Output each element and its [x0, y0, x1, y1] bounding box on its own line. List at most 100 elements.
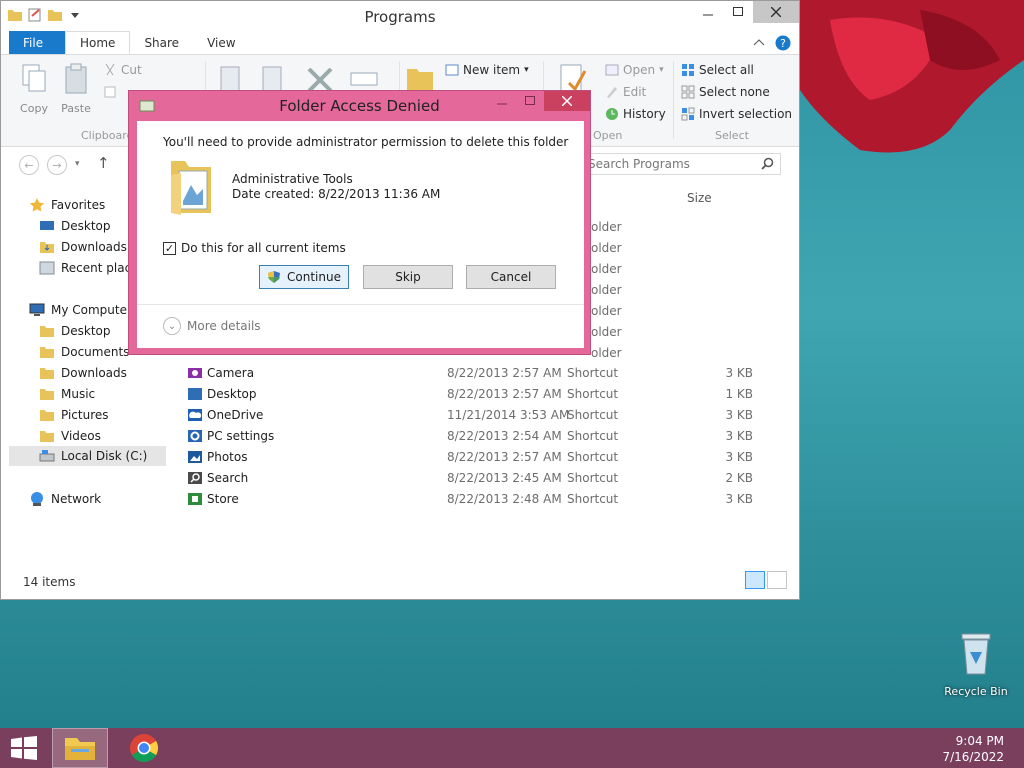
table-row[interactable]: Search 8/22/2013 2:45 AM Shortcut 2 KB: [181, 468, 781, 489]
svg-text:?: ?: [780, 37, 786, 50]
file-type: Shortcut: [567, 429, 619, 443]
up-button[interactable]: ↑: [97, 154, 110, 172]
back-button[interactable]: ←: [19, 155, 39, 175]
maximize-icon: [733, 7, 743, 16]
more-details-toggle[interactable]: ⌄ More details: [163, 317, 261, 335]
recycle-bin[interactable]: Recycle Bin: [940, 628, 1012, 698]
tab-home[interactable]: Home: [65, 31, 131, 54]
minimize-button[interactable]: [693, 1, 723, 23]
tab-share[interactable]: Share: [130, 31, 193, 54]
checkbox-box[interactable]: ✓: [163, 241, 176, 255]
recycle-bin-label: Recycle Bin: [944, 685, 1008, 698]
nav-my-computer-label: My Computer: [51, 303, 132, 317]
copy-path-button[interactable]: [103, 85, 117, 99]
table-row[interactable]: Desktop 8/22/2013 2:57 AM Shortcut 1 KB: [181, 384, 781, 405]
dialog-window-controls: [488, 91, 590, 111]
open-label: Open: [623, 63, 656, 77]
invert-selection-button[interactable]: Invert selection: [681, 107, 792, 121]
large-icons-view-button[interactable]: [767, 571, 787, 589]
folder-icon: [40, 368, 54, 379]
maximize-button[interactable]: [723, 1, 753, 23]
file-date: 8/22/2013 2:57 AM: [447, 366, 562, 380]
nav-pictures[interactable]: Pictures: [39, 405, 109, 425]
table-row[interactable]: Photos 8/22/2013 2:57 AM Shortcut 3 KB: [181, 447, 781, 468]
wallpaper-flower: [800, 0, 1024, 153]
file-size: 3 KB: [725, 450, 753, 464]
search-input[interactable]: Search Programs: [581, 153, 781, 175]
invert-selection-label: Invert selection: [699, 107, 793, 121]
open-group-label: Open: [593, 129, 623, 142]
dialog-maximize-button[interactable]: [516, 91, 544, 111]
tab-file[interactable]: File: [9, 31, 65, 54]
file-size: 3 KB: [725, 429, 753, 443]
close-button[interactable]: [753, 1, 799, 23]
history-button[interactable]: History: [605, 107, 666, 121]
file-type: Shortcut: [567, 492, 619, 506]
skip-button[interactable]: Skip: [363, 265, 453, 289]
nav-videos[interactable]: Videos: [39, 426, 101, 446]
scissors-icon: [105, 63, 115, 76]
nav-local-disk[interactable]: Local Disk (C:): [9, 446, 166, 466]
nav-desktop[interactable]: Desktop: [39, 321, 111, 341]
edit-icon: [607, 87, 617, 98]
column-header-size[interactable]: Size: [687, 191, 712, 205]
dialog-close-button[interactable]: [544, 91, 590, 111]
windows-start-icon[interactable]: [10, 736, 38, 760]
collapse-ribbon-icon[interactable]: [753, 38, 765, 48]
open-button[interactable]: Open ▾: [605, 63, 664, 77]
apply-to-all-checkbox[interactable]: ✓ Do this for all current items: [163, 241, 346, 255]
nav-network[interactable]: Network: [29, 489, 101, 509]
file-explorer-icon: [65, 738, 95, 760]
file-name: Photos: [207, 450, 248, 464]
edit-button[interactable]: Edit: [605, 85, 646, 99]
details-view-button[interactable]: [745, 571, 765, 589]
paste-button[interactable]: Paste: [61, 63, 91, 115]
continue-button[interactable]: Continue: [259, 265, 349, 289]
title-bar: Programs: [1, 1, 799, 31]
window-title: Programs: [364, 8, 436, 26]
file-name: PC settings: [207, 429, 275, 443]
nav-my-computer[interactable]: My Computer: [29, 300, 132, 320]
select-none-button[interactable]: Select none: [681, 85, 770, 99]
cut-button[interactable]: Cut: [103, 63, 142, 77]
table-row[interactable]: OneDrive 11/21/2014 3:53 AM Shortcut 3 K…: [181, 405, 781, 426]
table-row[interactable]: PC settings 8/22/2013 2:54 AM Shortcut 3…: [181, 426, 781, 447]
dialog-body: You'll need to provide administrator per…: [137, 121, 584, 348]
new-item-button[interactable]: New item ▾: [445, 63, 529, 77]
nav-downloads[interactable]: Downloads: [39, 363, 127, 383]
nav-fav-desktop[interactable]: Desktop: [39, 216, 111, 236]
photos-shortcut-icon: [188, 451, 202, 463]
taskbar-clock[interactable]: 9:04 PM 7/16/2022: [942, 733, 1004, 765]
taskbar-chrome[interactable]: [116, 728, 172, 768]
pc-settings-shortcut-icon: [188, 430, 202, 442]
chevron-down-icon: ⌄: [163, 317, 181, 335]
recent-locations-icon[interactable]: ▾: [75, 159, 80, 169]
nav-favorites[interactable]: Favorites: [29, 195, 105, 215]
tab-view[interactable]: View: [193, 31, 249, 54]
nav-item-label: Desktop: [61, 219, 111, 233]
table-row[interactable]: Camera 8/22/2013 2:57 AM Shortcut 3 KB: [181, 363, 781, 384]
cancel-button[interactable]: Cancel: [466, 265, 556, 289]
type-cell: older: [591, 283, 622, 297]
select-all-label: Select all: [699, 63, 754, 77]
nav-music[interactable]: Music: [39, 384, 95, 404]
copy-button[interactable]: Copy: [19, 63, 49, 115]
close-icon: [562, 96, 572, 106]
nav-item-label: Local Disk (C:): [61, 449, 148, 463]
star-icon: [29, 198, 45, 212]
type-cell: older: [591, 346, 622, 360]
dialog-minimize-button[interactable]: [488, 91, 516, 111]
file-date: 8/22/2013 2:48 AM: [447, 492, 562, 506]
file-type: Shortcut: [567, 408, 619, 422]
select-all-button[interactable]: Select all: [681, 63, 754, 77]
forward-button[interactable]: →: [47, 155, 67, 175]
taskbar-file-explorer[interactable]: [52, 728, 108, 768]
help-icon[interactable]: ?: [775, 35, 791, 51]
nav-documents[interactable]: Documents: [39, 342, 129, 362]
file-date: 8/22/2013 2:54 AM: [447, 429, 562, 443]
folder-icon: [40, 347, 54, 358]
nav-fav-downloads[interactable]: Downloads: [39, 237, 127, 257]
file-type: Shortcut: [567, 450, 619, 464]
drive-icon: [39, 450, 55, 462]
table-row[interactable]: Store 8/22/2013 2:48 AM Shortcut 3 KB: [181, 489, 781, 510]
